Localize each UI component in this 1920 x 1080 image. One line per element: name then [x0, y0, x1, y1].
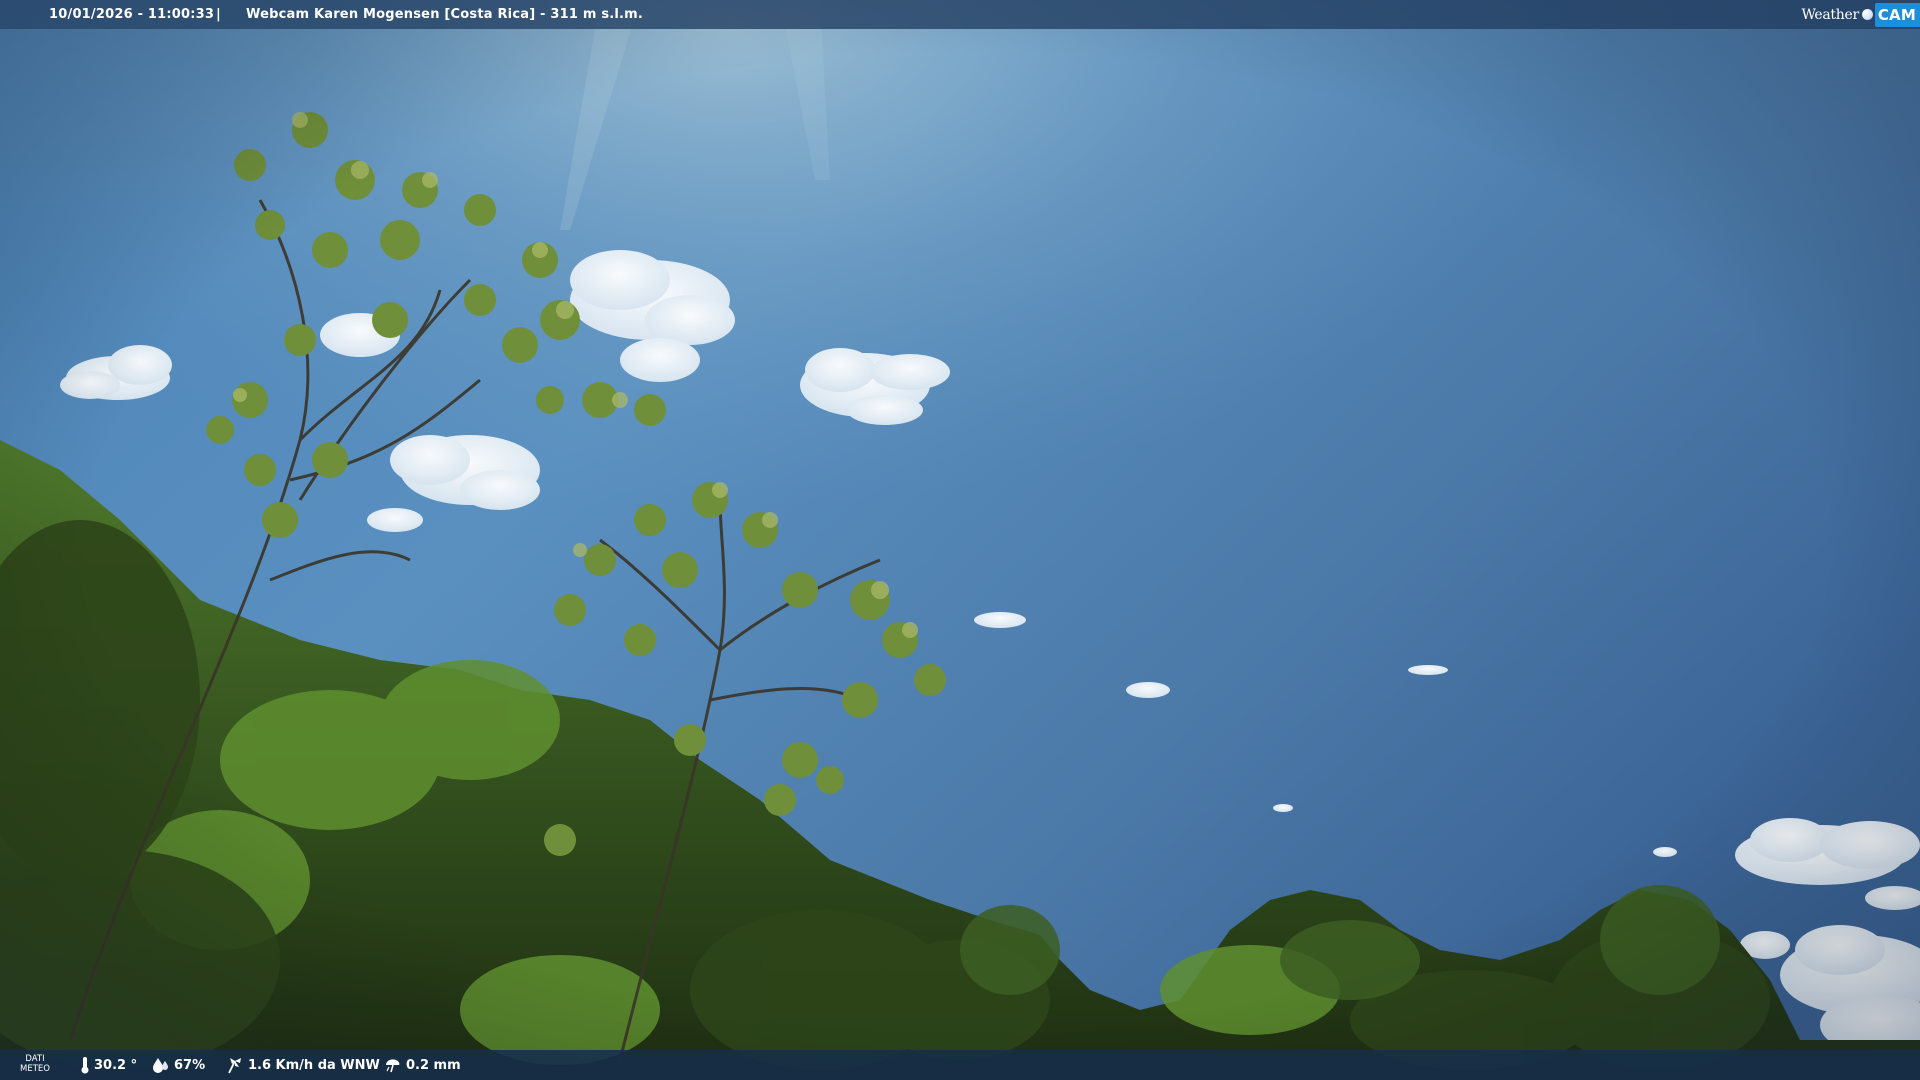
temperature-reading: 30.2 °: [80, 1050, 137, 1080]
rain-value: 0.2 mm: [406, 1057, 461, 1073]
meteo-data-bar: DATI METEO 30.2 ° 67% 1.6 Km/h da WNW 0.…: [0, 1050, 1920, 1080]
meteo-label-line1: DATI: [25, 1054, 45, 1064]
thermometer-icon: [80, 1056, 90, 1074]
humidity-reading: 67%: [152, 1050, 205, 1080]
header-separator: |: [216, 7, 221, 22]
webcam-title: Webcam Karen Mogensen [Costa Rica] - 311…: [246, 7, 644, 22]
meteo-label-line2: METEO: [20, 1064, 50, 1074]
webcam-image: [0, 0, 1920, 1080]
overlay-header-bar: 10/01/2026 - 11:00:33 | Webcam Karen Mog…: [0, 0, 1920, 29]
wind-reading: 1.6 Km/h da WNW: [226, 1050, 380, 1080]
rain-icon: [384, 1057, 402, 1073]
humidity-value: 67%: [174, 1057, 206, 1073]
logo-dot-icon: [1861, 9, 1873, 20]
webcam-frame: 10/01/2026 - 11:00:33 | Webcam Karen Mog…: [0, 0, 1920, 1080]
wind-value: 1.6 Km/h da WNW: [248, 1057, 380, 1073]
rain-reading: 0.2 mm: [384, 1050, 461, 1080]
humidity-drop-icon: [152, 1057, 170, 1073]
temperature-value: 30.2 °: [94, 1057, 138, 1073]
wind-icon: [226, 1056, 244, 1074]
logo-weather-text: Weather: [1801, 6, 1859, 23]
weathercam-logo: Weather CAM: [1801, 0, 1920, 29]
logo-cam-text: CAM: [1874, 2, 1920, 27]
timestamp: 10/01/2026 - 11:00:33: [49, 7, 215, 22]
meteo-label: DATI METEO: [16, 1054, 54, 1074]
